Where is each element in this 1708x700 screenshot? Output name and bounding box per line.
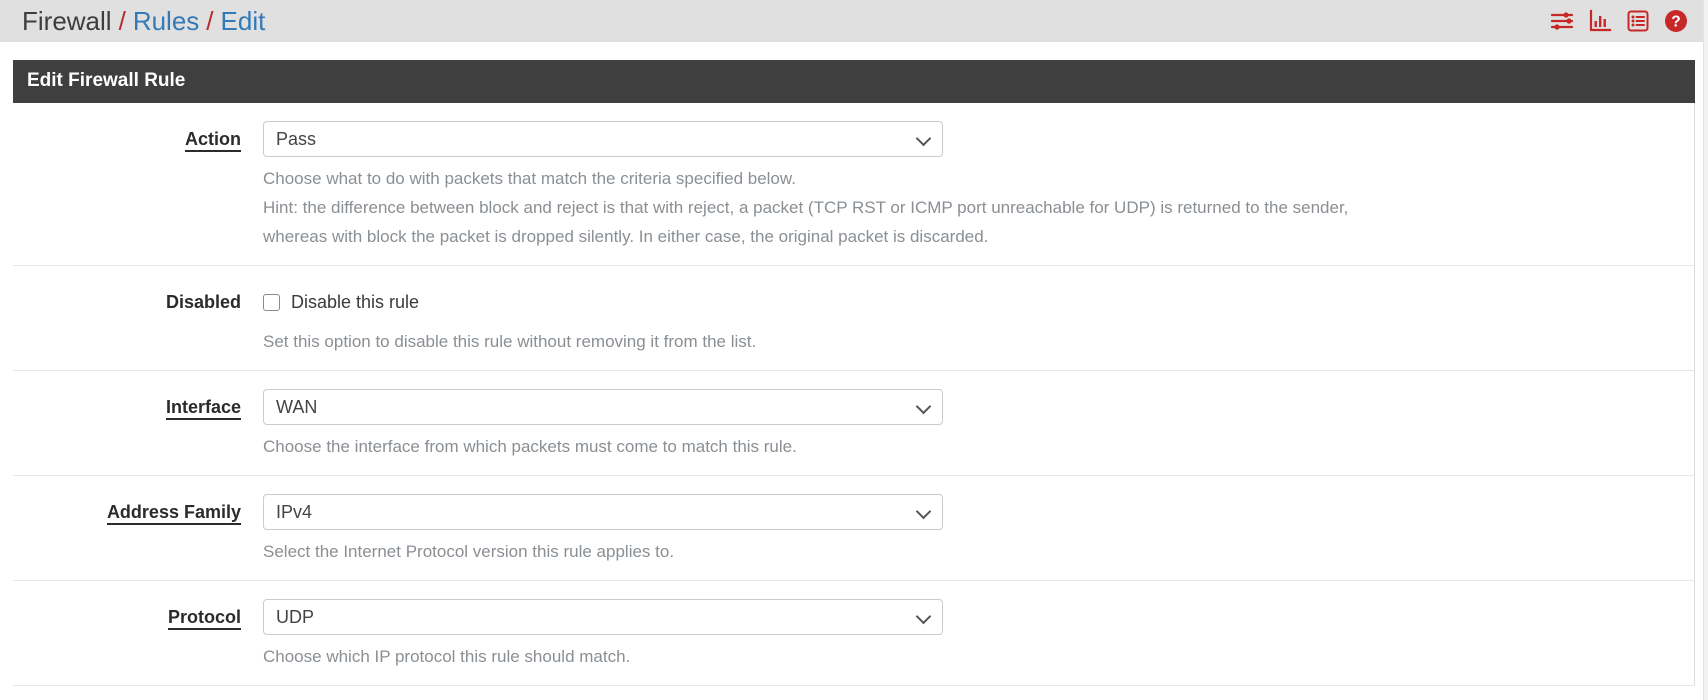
header-icon-group: ? (1550, 9, 1694, 33)
breadcrumb-item-edit[interactable]: Edit (221, 8, 266, 34)
help-line: Select the Internet Protocol version thi… (263, 542, 675, 561)
disable-rule-checkbox[interactable] (263, 293, 280, 311)
control-protocol: UDP Choose which IP protocol this rule s… (263, 599, 1694, 671)
svg-text:?: ? (1671, 14, 1680, 31)
disable-rule-checkbox-row[interactable]: Disable this rule (263, 284, 1674, 320)
disable-rule-checkbox-label[interactable]: Disable this rule (291, 292, 419, 313)
help-line: Choose which IP protocol this rule shoul… (263, 647, 631, 666)
label-disabled: Disabled (13, 284, 263, 313)
list-icon[interactable] (1626, 9, 1650, 33)
sliders-icon[interactable] (1550, 9, 1574, 33)
bar-chart-icon[interactable] (1588, 9, 1612, 33)
panel-title: Edit Firewall Rule (13, 60, 1695, 103)
help-text-interface: Choose the interface from which packets … (263, 432, 1674, 461)
label-address-family: Address Family (13, 494, 263, 525)
label-protocol: Protocol (13, 599, 263, 630)
control-action: Pass Choose what to do with packets that… (263, 121, 1694, 251)
help-icon[interactable]: ? (1664, 9, 1688, 33)
label-protocol-text[interactable]: Protocol (167, 607, 241, 630)
form-row-address-family: Address Family IPv4 Select the Internet … (13, 476, 1694, 581)
breadcrumb-item-rules[interactable]: Rules (133, 8, 199, 34)
help-line: Choose the interface from which packets … (263, 437, 797, 456)
control-disabled: Disable this rule Set this option to dis… (263, 284, 1694, 356)
form-row-disabled: Disabled Disable this rule Set this opti… (13, 266, 1694, 371)
breadcrumb: Firewall / Rules / Edit (22, 8, 265, 34)
interface-select-wrapper: WAN (263, 389, 943, 425)
help-line: Hint: the difference between block and r… (263, 198, 1349, 217)
breadcrumb-item-firewall: Firewall (22, 6, 112, 36)
control-interface: WAN Choose the interface from which pack… (263, 389, 1694, 461)
label-address-family-text[interactable]: Address Family (106, 502, 241, 525)
form-row-protocol: Protocol UDP Choose which IP protocol th… (13, 581, 1694, 686)
help-line: Choose what to do with packets that matc… (263, 169, 796, 188)
breadcrumb-bar: Firewall / Rules / Edit ? (0, 0, 1708, 42)
control-address-family: IPv4 Select the Internet Protocol versio… (263, 494, 1694, 566)
help-text-protocol: Choose which IP protocol this rule shoul… (263, 642, 1674, 671)
protocol-select[interactable]: UDP (263, 599, 943, 635)
help-line: whereas with block the packet is dropped… (263, 227, 989, 246)
address-family-select-wrapper: IPv4 (263, 494, 943, 530)
edit-firewall-rule-panel: Edit Firewall Rule Action Pass Choose wh… (13, 60, 1695, 686)
breadcrumb-separator-1: / (118, 6, 126, 36)
action-select-wrapper: Pass (263, 121, 943, 157)
label-action: Action (13, 121, 263, 152)
help-line: Set this option to disable this rule wit… (263, 332, 757, 351)
label-disabled-text: Disabled (165, 292, 241, 312)
form-row-interface: Interface WAN Choose the interface from … (13, 371, 1694, 476)
page-content: Edit Firewall Rule Action Pass Choose wh… (0, 60, 1708, 686)
label-interface-text[interactable]: Interface (165, 397, 241, 420)
help-text-disabled: Set this option to disable this rule wit… (263, 327, 1674, 356)
help-text-address-family: Select the Internet Protocol version thi… (263, 537, 1674, 566)
address-family-select[interactable]: IPv4 (263, 494, 943, 530)
protocol-select-wrapper: UDP (263, 599, 943, 635)
interface-select[interactable]: WAN (263, 389, 943, 425)
panel-body: Action Pass Choose what to do with packe… (13, 103, 1695, 686)
breadcrumb-separator-2: / (206, 6, 214, 36)
form-row-action: Action Pass Choose what to do with packe… (13, 103, 1694, 266)
label-interface: Interface (13, 389, 263, 420)
help-text-action: Choose what to do with packets that matc… (263, 164, 1674, 251)
action-select[interactable]: Pass (263, 121, 943, 157)
label-action-text[interactable]: Action (185, 129, 241, 152)
page-scrollbar[interactable] (1703, 0, 1708, 700)
